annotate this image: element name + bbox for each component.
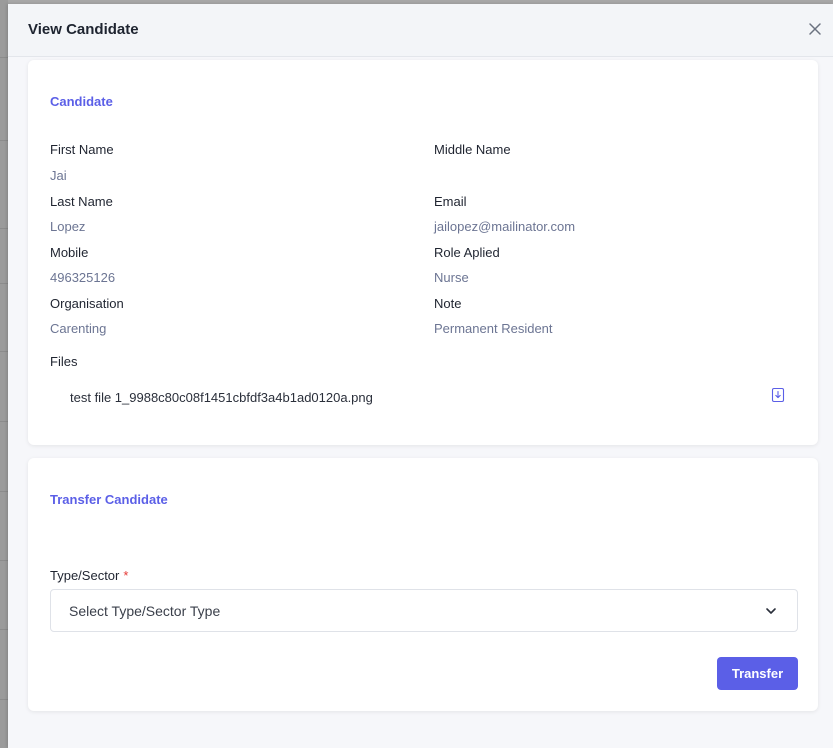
organisation-value: Carenting: [50, 321, 107, 336]
type-sector-select[interactable]: Select Type/Sector Type: [50, 589, 798, 632]
transfer-button[interactable]: Transfer: [717, 657, 798, 690]
backdrop-divider: [0, 491, 8, 492]
email-value: jailopez@mailinator.com: [434, 219, 576, 234]
backdrop-divider: [0, 283, 8, 284]
backdrop-divider: [0, 57, 8, 58]
backdrop-divider: [0, 560, 8, 561]
backdrop: [0, 0, 8, 748]
backdrop-divider: [0, 421, 8, 422]
files-label: Files: [50, 354, 78, 369]
middle-name-label: Middle Name: [434, 142, 511, 157]
close-icon: [809, 23, 821, 35]
modal-header: View Candidate: [8, 4, 833, 57]
transfer-section-title: Transfer Candidate: [50, 492, 168, 507]
backdrop-divider: [0, 629, 8, 630]
first-name-label: First Name: [50, 142, 114, 157]
note-label: Note: [434, 296, 462, 311]
role-applied-value: Nurse: [434, 270, 469, 285]
first-name-value: Jai: [50, 168, 67, 183]
backdrop-divider: [0, 140, 8, 141]
candidate-card: Candidate First Name Jai Middle Name Las…: [28, 60, 818, 445]
file-item-name: test file 1_9988c80c08f1451cbfdf3a4b1ad0…: [70, 390, 373, 405]
type-sector-label-text: Type/Sector: [50, 568, 120, 583]
close-button[interactable]: [807, 21, 823, 37]
type-sector-label: Type/Sector *: [50, 568, 128, 583]
download-file-button[interactable]: [771, 387, 785, 403]
mobile-label: Mobile: [50, 245, 89, 260]
note-value: Permanent Resident: [434, 321, 553, 336]
view-candidate-modal: View Candidate Candidate First Name Jai …: [8, 4, 833, 748]
required-marker: *: [123, 568, 129, 583]
modal-title: View Candidate: [28, 21, 139, 38]
email-label: Email: [434, 194, 467, 209]
last-name-value: Lopez: [50, 219, 86, 234]
chevron-down-icon: [766, 608, 776, 614]
backdrop-divider: [0, 351, 8, 352]
backdrop-divider: [0, 699, 8, 700]
backdrop-divider: [0, 228, 8, 229]
candidate-section-title: Candidate: [50, 94, 113, 109]
type-sector-select-value: Select Type/Sector Type: [69, 603, 221, 619]
mobile-value: 496325126: [50, 270, 116, 285]
download-icon: [771, 387, 785, 403]
last-name-label: Last Name: [50, 194, 113, 209]
organisation-label: Organisation: [50, 296, 124, 311]
role-applied-label: Role Aplied: [434, 245, 500, 260]
transfer-card: Transfer Candidate Type/Sector * Select T…: [28, 458, 818, 711]
